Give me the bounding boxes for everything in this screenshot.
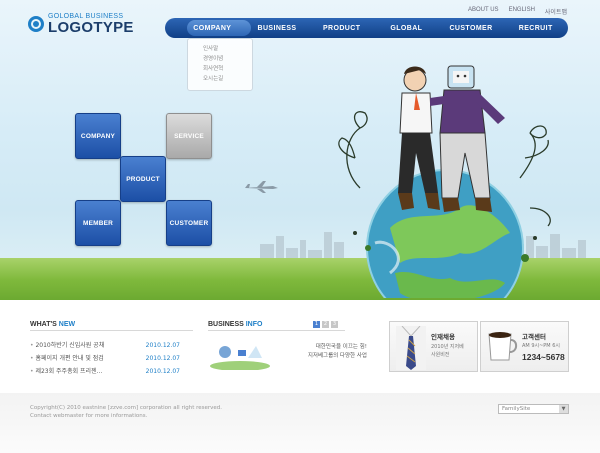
whats-new-title-b: NEW <box>58 321 76 328</box>
utility-links: ABOUT US ENGLISH 사이트맵 <box>468 7 567 16</box>
recruit-title: 인재채용 <box>431 333 455 341</box>
tile-service-label: SERVICE <box>174 132 204 140</box>
submenu-item-location[interactable]: 오시는길 <box>203 74 252 84</box>
news-divider <box>30 330 193 331</box>
news-item[interactable]: 제23회 주주총회 프리젠... 2010.12.07 <box>30 365 180 378</box>
airplane-icon <box>245 181 278 193</box>
nav-recruit[interactable]: RECRUIT <box>503 25 568 32</box>
tile-customer-label: CUSTOMER <box>169 219 209 227</box>
business-thumbnail-image <box>210 346 270 370</box>
business-pager: 1 2 3 <box>313 321 338 328</box>
chevron-down-icon: ▼ <box>559 405 568 413</box>
customer-center-card[interactable]: 고객센터 AM 9시~PM 6시 1234~5678 <box>480 321 569 372</box>
nav-product[interactable]: PRODUCT <box>309 25 374 32</box>
business-page-3[interactable]: 3 <box>331 321 338 328</box>
nav-business[interactable]: BUSINESS <box>245 25 310 32</box>
tile-company[interactable]: COMPANY <box>75 113 121 159</box>
submenu-item-philosophy[interactable]: 경영이념 <box>203 54 252 64</box>
customer-center-hours: AM 9시~PM 6시 <box>522 343 560 349</box>
nav-company[interactable]: COMPANY <box>180 25 245 32</box>
business-text-1: 대한민국을 이끄는 힘! <box>315 344 367 350</box>
tile-company-label: COMPANY <box>80 132 116 140</box>
tile-product-label: PRODUCT <box>126 175 160 183</box>
news-item[interactable]: 2010하반기 신입사원 공채 2010.12.07 <box>30 339 180 352</box>
family-site-select[interactable]: FamilySite ▼ <box>498 404 569 414</box>
business-info-title: BUSINESS INFO <box>208 321 262 328</box>
whats-new-title: WHAT'S NEW <box>30 321 75 328</box>
nav-customer[interactable]: CUSTOMER <box>439 25 504 32</box>
family-site-label: FamilySite <box>502 406 531 412</box>
recruit-subtitle: 2010년 지저베 사원비전 <box>431 343 464 359</box>
globe-characters-illustration <box>338 65 551 298</box>
about-us-link[interactable]: ABOUT US <box>468 7 499 16</box>
nav-global[interactable]: GLOBAL <box>374 25 439 32</box>
recruit-sub-1: 2010년 지저베 <box>431 344 464 350</box>
footer-line-2: Contact webmaster for more informations. <box>30 413 148 419</box>
business-info-title-a: BUSINESS <box>208 321 246 328</box>
news-item[interactable]: 홈페이지 개편 안내 및 점검 2010.12.07 <box>30 352 180 365</box>
tile-service[interactable]: SERVICE <box>166 113 212 159</box>
sitemap-link[interactable]: 사이트맵 <box>545 7 567 16</box>
business-description: 대한민국을 이끄는 힘! 지저베그룹의 다양한 사업 <box>275 343 367 361</box>
coffee-cup-icon <box>488 332 518 361</box>
tile-member[interactable]: MEMBER <box>75 200 121 246</box>
news-item-title[interactable]: 홈페이지 개편 안내 및 점검 <box>30 352 103 365</box>
business-page-1[interactable]: 1 <box>313 321 320 328</box>
tile-product[interactable]: PRODUCT <box>120 156 166 202</box>
news-item-date: 2010.12.07 <box>145 368 180 375</box>
logo[interactable]: GOLOBAL BUSINESS LOGOTYPE <box>28 13 134 35</box>
footer-copyright: Copyright(C) 2010 eastnine [zzve.com] co… <box>30 404 222 420</box>
recruit-card[interactable]: 인재채용 2010년 지저베 사원비전 <box>389 321 478 372</box>
customer-center-phone: 1234~5678 <box>522 352 565 362</box>
footer-background <box>0 393 600 453</box>
tile-member-label: MEMBER <box>82 219 114 227</box>
footer-line-1: Copyright(C) 2010 eastnine [zzve.com] co… <box>30 405 223 411</box>
company-submenu: 인사말 경영이념 회사연혁 오시는길 <box>187 38 253 91</box>
business-info-title-b: INFO <box>245 321 263 328</box>
news-item-title[interactable]: 2010하반기 신입사원 공채 <box>30 339 104 352</box>
news-item-date: 2010.12.07 <box>145 342 180 349</box>
business-divider <box>208 330 345 331</box>
logo-title: LOGOTYPE <box>48 19 134 36</box>
customer-center-title: 고객센터 <box>522 333 546 341</box>
whats-new-title-a: WHAT'S <box>30 321 59 328</box>
logo-mark-icon <box>28 16 44 32</box>
submenu-item-history[interactable]: 회사연혁 <box>203 64 252 74</box>
business-page-2[interactable]: 2 <box>322 321 329 328</box>
english-link[interactable]: ENGLISH <box>509 7 535 16</box>
news-item-title[interactable]: 제23회 주주총회 프리젠... <box>30 365 102 378</box>
main-nav-items: COMPANY BUSINESS PRODUCT GLOBAL CUSTOMER… <box>165 18 568 38</box>
tile-customer[interactable]: CUSTOMER <box>166 200 212 246</box>
news-item-date: 2010.12.07 <box>145 355 180 362</box>
news-list: 2010하반기 신입사원 공채 2010.12.07 홈페이지 개편 안내 및 … <box>30 339 180 378</box>
submenu-item-greeting[interactable]: 인사말 <box>203 44 252 54</box>
business-text-2: 지저베그룹의 다양한 사업 <box>307 353 367 359</box>
shirt-tie-icon <box>396 326 426 370</box>
recruit-sub-2: 사원비전 <box>431 352 450 358</box>
